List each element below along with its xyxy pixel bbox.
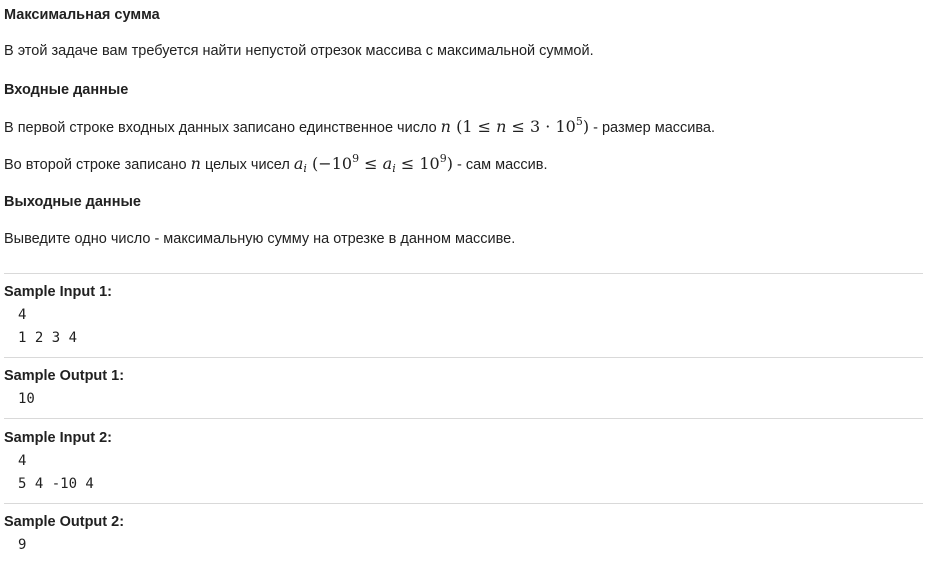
sample-input-2-body[interactable]: 4 5 4 -10 4: [18, 450, 94, 496]
sample-output-2-body[interactable]: 9: [18, 534, 26, 557]
problem-title: Максимальная сумма: [4, 7, 160, 23]
divider: [4, 273, 923, 274]
input-line-1-suffix: - размер массива.: [589, 120, 715, 136]
input-line-2-suffix: - сам массив.: [452, 157, 548, 173]
output-heading: Выходные данные: [4, 194, 141, 210]
divider: [4, 357, 923, 358]
output-description: Выведите одно число - максимальную сумму…: [4, 231, 516, 247]
n-size-constraint: n (1 ≤ n ≤ 3 · 105): [440, 115, 590, 136]
divider: [4, 418, 923, 419]
sample-output-1-title: Sample Output 1:: [4, 368, 125, 384]
problem-statement-text: В этой задаче вам требуется найти непуст…: [4, 43, 594, 59]
sample-output-1-body[interactable]: 10: [18, 388, 35, 411]
divider: [4, 503, 923, 504]
input-line-2: Во второй строке записано n целых чисел …: [4, 152, 548, 175]
input-line-1-prefix: В первой строке входных данных записано …: [4, 120, 437, 136]
n-variable: n: [190, 154, 201, 173]
sample-output-2-title: Sample Output 2:: [4, 514, 125, 530]
sample-input-1-body[interactable]: 4 1 2 3 4: [18, 304, 77, 350]
input-line-1: В первой строке входных данных записано …: [4, 115, 715, 136]
input-line-2-middle: целых чисел: [205, 157, 290, 173]
input-heading: Входные данные: [4, 82, 129, 98]
sample-input-1-title: Sample Input 1:: [4, 284, 112, 300]
a-range-constraint: ai (−109 ≤ ai ≤ 109): [293, 152, 453, 175]
sample-input-2-title: Sample Input 2:: [4, 430, 112, 446]
input-line-2-prefix: Во второй строке записано: [4, 157, 187, 173]
